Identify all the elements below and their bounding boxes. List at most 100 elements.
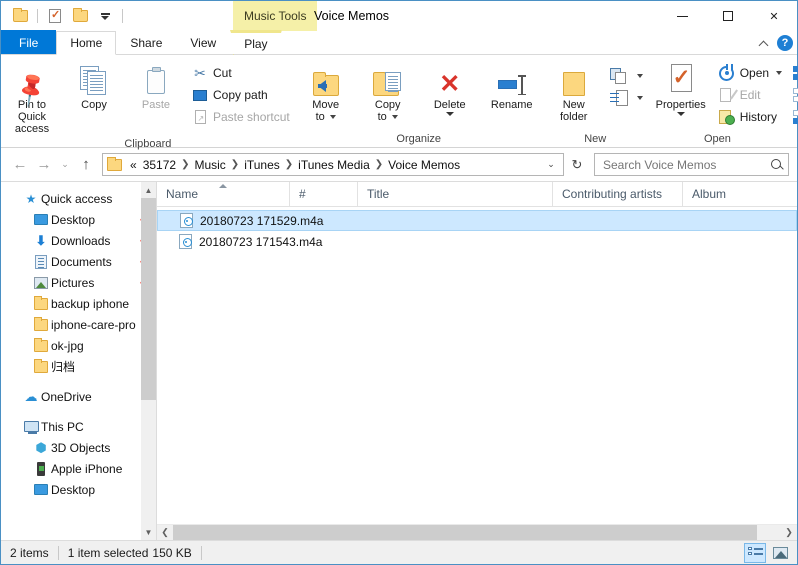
up-button[interactable]: ↑	[75, 154, 97, 176]
easy-access-caret-icon[interactable]	[636, 96, 643, 100]
file-name: 20180723 171529.m4a	[200, 213, 324, 228]
paste-shortcut-button[interactable]: ↗ Paste shortcut	[187, 106, 295, 128]
breadcrumb-item-3[interactable]: iTunes	[241, 156, 283, 174]
tab-view[interactable]: View	[176, 30, 230, 54]
breadcrumb-item-0[interactable]: «	[127, 156, 140, 174]
details-view-button[interactable]	[744, 543, 766, 563]
sidebar-item-backup-iphone[interactable]: backup iphone	[1, 293, 156, 314]
refresh-button[interactable]: ↻	[566, 154, 588, 176]
sidebar-item-desktop-2[interactable]: Desktop	[1, 479, 156, 500]
column-header-title[interactable]: Title	[358, 181, 553, 207]
sidebar-item-this-pc[interactable]: This PC	[1, 416, 156, 437]
table-row[interactable]: 20180723 171543.m4a	[157, 231, 797, 252]
move-to-button[interactable]: Move to	[295, 59, 357, 123]
qat-divider-2	[122, 9, 123, 23]
qat-folder-icon[interactable]	[9, 5, 31, 27]
invert-selection-button[interactable]: Invert selection	[787, 106, 798, 128]
breadcrumb[interactable]: « 35172 ❯ Music ❯ iTunes ❯ iTunes Media …	[102, 153, 564, 176]
sidebar-item-3d-objects[interactable]: ⬢ 3D Objects	[1, 437, 156, 458]
cut-button[interactable]: ✂ Cut	[187, 62, 295, 84]
tab-share[interactable]: Share	[116, 30, 176, 54]
sidebar-item-ok-jpg[interactable]: ok-jpg	[1, 335, 156, 356]
new-folder-button[interactable]: New folder	[543, 59, 605, 123]
filelist-horizontal-scrollbar[interactable]: ❮ ❯	[157, 524, 797, 541]
hscroll-left-icon[interactable]: ❮	[157, 525, 173, 541]
delete-caret-icon[interactable]	[445, 112, 454, 116]
hscroll-thumb[interactable]	[173, 524, 757, 541]
sidebar-item-onedrive[interactable]: ☁ OneDrive	[1, 386, 156, 407]
breadcrumb-item-5[interactable]: Voice Memos	[385, 156, 463, 174]
copy-to-caret-icon[interactable]	[391, 115, 398, 119]
paste-button[interactable]: Paste	[125, 59, 187, 111]
column-header-album[interactable]: Album	[683, 182, 793, 207]
qat-customize-dropdown-icon[interactable]	[94, 5, 116, 27]
open-button[interactable]: Open	[714, 62, 787, 84]
sidebar-item-quick-access[interactable]: ★ Quick access	[1, 188, 156, 209]
move-to-caret-icon[interactable]	[329, 115, 336, 119]
new-item-button[interactable]	[605, 65, 648, 87]
sidebar-item-documents[interactable]: Documents 📌	[1, 251, 156, 272]
column-header-name[interactable]: Name	[157, 181, 290, 207]
recent-locations-button[interactable]: ⌄	[57, 154, 73, 176]
copy-path-button[interactable]: Copy path	[187, 84, 295, 106]
sidebar-item-apple-iphone[interactable]: Apple iPhone	[1, 458, 156, 479]
chevron-down-icon: ⌄	[61, 159, 69, 169]
search-input[interactable]	[603, 157, 770, 172]
pin-to-quick-access-button[interactable]: 📌 Pin to Quick access	[1, 59, 63, 135]
minimize-button[interactable]	[659, 1, 705, 31]
select-none-button[interactable]: Select none	[787, 84, 798, 106]
close-button[interactable]: ✕	[751, 1, 797, 31]
maximize-button[interactable]	[705, 1, 751, 31]
select-all-button[interactable]: Select all	[787, 62, 798, 84]
easy-access-button[interactable]	[605, 87, 648, 109]
sidebar-item-desktop[interactable]: Desktop 📌	[1, 209, 156, 230]
table-row[interactable]: 20180723 171529.m4a	[157, 210, 797, 231]
properties-button[interactable]: ✓ Properties	[648, 59, 714, 116]
sidebar-item-downloads[interactable]: ⬇ Downloads 📌	[1, 230, 156, 251]
open-label: Open	[739, 66, 770, 80]
edit-button[interactable]: Edit	[714, 84, 787, 106]
navpane-scroll-thumb[interactable]	[141, 198, 156, 401]
search-icon[interactable]	[770, 158, 784, 172]
large-icons-view-button[interactable]	[769, 543, 791, 563]
tab-home[interactable]: Home	[56, 31, 117, 55]
history-icon	[718, 109, 735, 125]
history-button[interactable]: History	[714, 106, 787, 128]
breadcrumb-item-2[interactable]: Music	[191, 156, 228, 174]
breadcrumb-item-4[interactable]: iTunes Media	[295, 156, 373, 174]
breadcrumb-item-1[interactable]: 35172	[140, 156, 179, 174]
help-icon[interactable]: ?	[777, 35, 793, 51]
delete-button[interactable]: ✕ Delete	[419, 59, 481, 116]
qat-properties-icon[interactable]	[44, 5, 66, 27]
copy-button[interactable]: Copy	[63, 59, 125, 111]
search-box[interactable]	[594, 153, 789, 176]
breadcrumb-dropdown-icon[interactable]: ⌄	[542, 155, 560, 175]
sidebar-item-pictures[interactable]: Pictures 📌	[1, 272, 156, 293]
qat-new-folder-icon[interactable]	[69, 5, 91, 27]
navpane-scroll-track[interactable]	[141, 198, 156, 524]
collapse-ribbon-icon[interactable]	[759, 38, 769, 48]
3d-objects-icon: ⬢	[35, 439, 47, 455]
new-item-caret-icon[interactable]	[636, 74, 643, 78]
properties-caret-icon[interactable]	[676, 112, 685, 116]
tab-file[interactable]: File	[1, 30, 57, 54]
tab-play[interactable]: Play	[230, 30, 282, 54]
navpane-scroll-down-icon[interactable]: ▼	[141, 524, 156, 540]
back-button[interactable]: ←	[9, 154, 31, 176]
paste-shortcut-label: Paste shortcut	[213, 110, 290, 124]
sidebar-item-iphone-care-pro[interactable]: iphone-care-pro	[1, 314, 156, 335]
rename-button[interactable]: Rename	[481, 59, 543, 111]
forward-button[interactable]: →	[33, 154, 55, 176]
explorer-body: ★ Quick access Desktop 📌 ⬇ Downloads 📌 D…	[1, 181, 797, 541]
new-folder-icon	[562, 62, 585, 96]
new-item-icon	[609, 67, 630, 84]
sidebar-item-guidang[interactable]: 归档	[1, 356, 156, 377]
navpane-scrollbar[interactable]: ▲ ▼	[141, 182, 156, 540]
copy-to-button[interactable]: Copy to	[357, 59, 419, 123]
column-header-number[interactable]: #	[290, 181, 358, 207]
open-caret-icon[interactable]	[776, 71, 783, 75]
hscroll-right-icon[interactable]: ❯	[781, 525, 797, 541]
column-header-contributing-artists[interactable]: Contributing artists	[553, 181, 683, 207]
hscroll-track[interactable]	[173, 524, 781, 541]
navpane-scroll-up-icon[interactable]: ▲	[141, 182, 156, 198]
